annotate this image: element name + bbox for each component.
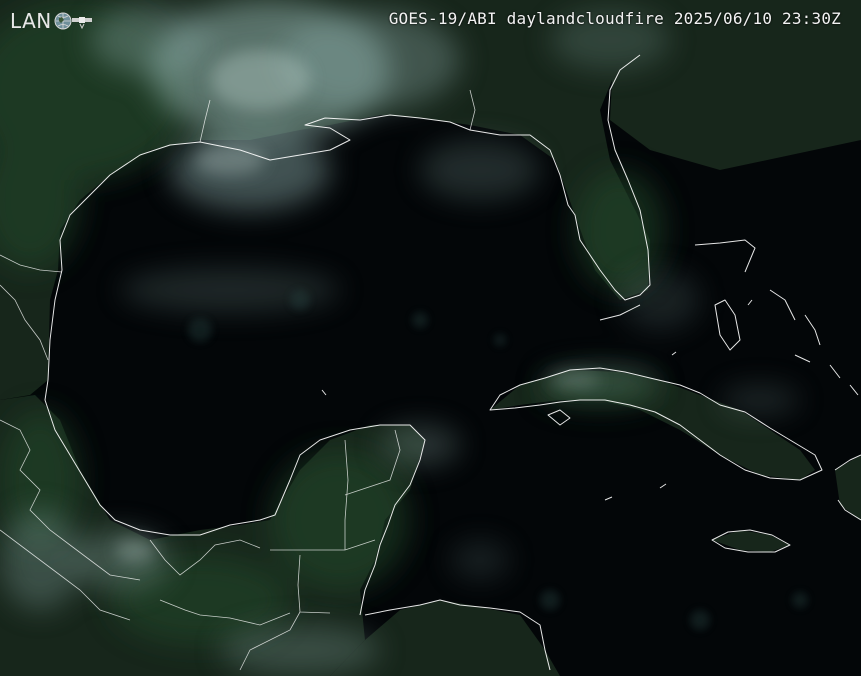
satellite-map-viewport[interactable]: LAN GOES-19/ABI daylandcloudfire 2025/06… xyxy=(0,0,861,676)
lanco-logo: LAN xyxy=(10,8,92,34)
satellite-icon xyxy=(71,17,92,30)
satellite-imagery xyxy=(0,0,861,676)
logo-text: LAN xyxy=(10,9,52,33)
globe-icon xyxy=(54,12,72,30)
product-title: GOES-19/ABI daylandcloudfire 2025/06/10 … xyxy=(388,9,841,28)
